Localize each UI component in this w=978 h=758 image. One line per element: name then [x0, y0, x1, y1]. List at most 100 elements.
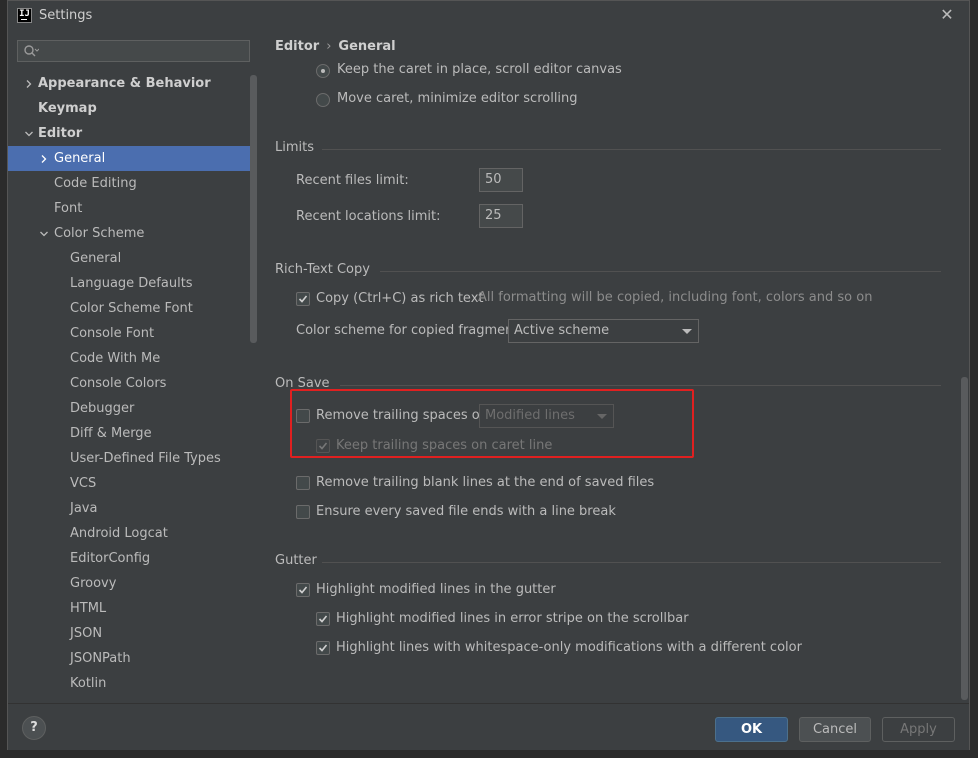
sidebar-item[interactable]: General: [8, 246, 250, 271]
sidebar-item[interactable]: EditorConfig: [8, 546, 250, 571]
sidebar-item-label: General: [54, 151, 106, 166]
remove-blank-lines-label: Remove trailing blank lines at the end o…: [316, 475, 655, 490]
sidebar-item[interactable]: Groovy: [8, 571, 250, 596]
checkmark-icon: [298, 586, 308, 594]
checkmark-icon: [298, 295, 308, 303]
sidebar-item-label: JSONPath: [70, 651, 131, 666]
sidebar-item[interactable]: VCS: [8, 471, 250, 496]
ok-button[interactable]: OK: [715, 717, 788, 742]
breadcrumb: Editor › General: [275, 39, 396, 54]
ensure-line-break-label: Ensure every saved file ends with a line…: [316, 504, 616, 519]
window-title: Settings: [39, 8, 93, 23]
sidebar-item[interactable]: General: [8, 146, 250, 171]
chevron-right-icon[interactable]: [24, 79, 34, 89]
sidebar-item-label: VCS: [70, 476, 97, 491]
sidebar-item-label: Groovy: [70, 576, 117, 591]
copy-rich-text-label: Copy (Ctrl+C) as rich text: [316, 291, 484, 306]
limits-section-title: Limits: [275, 140, 314, 155]
sidebar-item[interactable]: JSON: [8, 621, 250, 646]
sidebar-item[interactable]: Editor: [8, 121, 250, 146]
sidebar-item-label: Android Logcat: [70, 526, 168, 541]
gutter-divider: [322, 562, 941, 563]
sidebar-item-label: Editor: [38, 126, 83, 141]
sidebar-item[interactable]: Color Scheme Font: [8, 296, 250, 321]
search-input[interactable]: [17, 40, 250, 62]
sidebar-item[interactable]: JSONPath: [8, 646, 250, 671]
sidebar-item-label: Keymap: [38, 101, 97, 116]
red-highlight-annotation: [290, 389, 694, 458]
chevron-down-icon[interactable]: [24, 129, 34, 139]
intellij-logo-icon: IJ: [17, 8, 32, 23]
sidebar-item-label: Code With Me: [70, 351, 161, 366]
sidebar-item[interactable]: User-Defined File Types: [8, 446, 250, 471]
copy-rich-text-hint: All formatting will be copied, including…: [478, 290, 873, 305]
close-icon[interactable]: ✕: [939, 7, 955, 23]
sidebar-item-label: Console Font: [70, 326, 155, 341]
sidebar-item[interactable]: Diff & Merge: [8, 421, 250, 446]
rich-text-divider: [380, 271, 941, 272]
sidebar-item-label: Language Defaults: [70, 276, 193, 291]
sidebar-item[interactable]: Android Logcat: [8, 521, 250, 546]
limits-divider: [322, 149, 941, 150]
sidebar-item[interactable]: Appearance & Behavior: [8, 71, 250, 96]
sidebar-item-label: User-Defined File Types: [70, 451, 221, 466]
color-scheme-value: Active scheme: [514, 323, 610, 338]
search-icon: [24, 45, 39, 57]
highlight-modified-label: Highlight modified lines in the gutter: [316, 582, 556, 597]
content-scrollbar[interactable]: [961, 377, 968, 700]
remove-blank-lines-checkbox[interactable]: [296, 476, 310, 490]
sidebar-item[interactable]: Keymap: [8, 96, 250, 121]
cancel-button[interactable]: Cancel: [799, 717, 871, 742]
sidebar-item[interactable]: Kotlin: [8, 671, 250, 696]
recent-files-label: Recent files limit:: [296, 173, 409, 188]
dialog-footer: ? OK Cancel Apply: [8, 703, 969, 750]
highlight-whitespace-checkbox[interactable]: [316, 641, 330, 655]
radio-move-caret-label: Move caret, minimize editor scrolling: [337, 91, 578, 106]
checkmark-icon: [318, 644, 328, 652]
checkmark-icon: [318, 615, 328, 623]
color-scheme-label: Color scheme for copied fragment:: [296, 323, 523, 338]
sidebar-item[interactable]: Debugger: [8, 396, 250, 421]
sidebar-item[interactable]: Code Editing: [8, 171, 250, 196]
recent-locations-label: Recent locations limit:: [296, 209, 441, 224]
title-bar: IJ Settings ✕: [8, 1, 969, 31]
sidebar-item-label: Java: [70, 501, 98, 516]
breadcrumb-separator-icon: ›: [326, 39, 332, 54]
sidebar-item[interactable]: Color Scheme: [8, 221, 250, 246]
settings-content: Editor › General Keep the caret in place, …: [258, 31, 969, 703]
radio-move-caret[interactable]: [316, 93, 330, 107]
sidebar-scrollbar[interactable]: [250, 75, 257, 343]
sidebar-item-label: Color Scheme Font: [70, 301, 193, 316]
recent-locations-field[interactable]: 25: [479, 204, 523, 228]
sidebar-item-label: JSON: [70, 626, 103, 641]
sidebar-item[interactable]: Language Defaults: [8, 271, 250, 296]
copy-rich-text-checkbox[interactable]: [296, 292, 310, 306]
color-scheme-dropdown[interactable]: Active scheme: [508, 319, 699, 343]
breadcrumb-parent[interactable]: Editor: [275, 39, 319, 54]
sidebar-item-label: HTML: [70, 601, 107, 616]
gutter-section-title: Gutter: [275, 553, 317, 568]
help-button[interactable]: ?: [22, 716, 46, 740]
chevron-down-icon[interactable]: [39, 229, 49, 239]
sidebar-item[interactable]: Console Colors: [8, 371, 250, 396]
settings-sidebar: Appearance & Behavior Keymap Editor General…: [8, 31, 258, 703]
sidebar-item-label: Console Colors: [70, 376, 167, 391]
ensure-line-break-checkbox[interactable]: [296, 505, 310, 519]
radio-keep-caret[interactable]: [316, 64, 330, 78]
sidebar-item[interactable]: Java: [8, 496, 250, 521]
chevron-right-icon[interactable]: [39, 154, 49, 164]
highlight-error-stripe-label: Highlight modified lines in error stripe…: [336, 611, 689, 626]
highlight-modified-checkbox[interactable]: [296, 583, 310, 597]
on-save-divider: [340, 385, 941, 386]
highlight-error-stripe-checkbox[interactable]: [316, 612, 330, 626]
sidebar-item[interactable]: Code With Me: [8, 346, 250, 371]
sidebar-item-label: Kotlin: [70, 676, 107, 691]
sidebar-item-label: General: [70, 251, 122, 266]
sidebar-item-label: Debugger: [70, 401, 135, 416]
apply-button[interactable]: Apply: [882, 717, 955, 742]
recent-files-field[interactable]: 50: [479, 168, 523, 192]
background-edge: [0, 0, 7, 758]
sidebar-item[interactable]: Console Font: [8, 321, 250, 346]
sidebar-item[interactable]: HTML: [8, 596, 250, 621]
sidebar-item[interactable]: Font: [8, 196, 250, 221]
